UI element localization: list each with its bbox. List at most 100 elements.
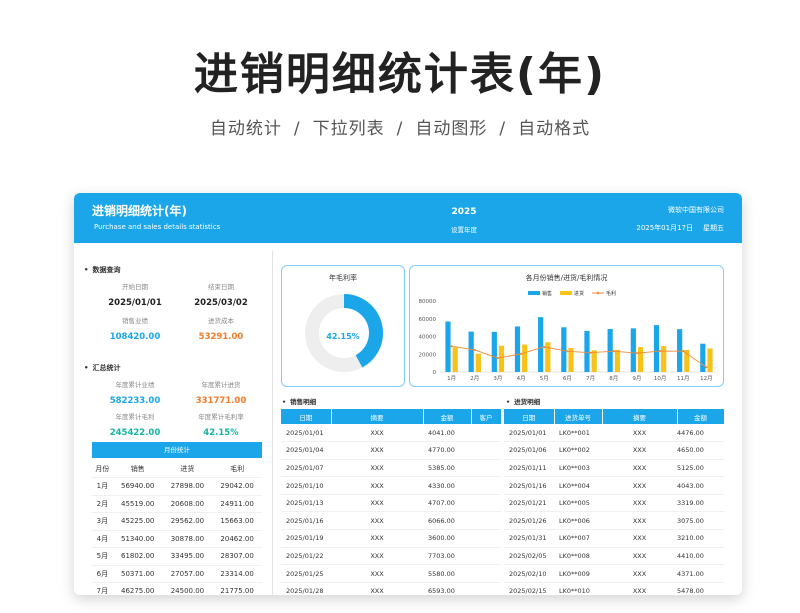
- annual-margin-label: 年度累计毛利率: [198, 413, 244, 421]
- table-cell: 3319.00: [677, 494, 724, 513]
- feature-4: 自动格式: [518, 119, 591, 139]
- table-cell: 5580.00: [423, 564, 471, 583]
- table-cell: 5478.00: [677, 582, 724, 595]
- table-cell: [471, 424, 501, 443]
- table-cell: 2025/02/15: [504, 582, 554, 595]
- table-cell: XXX: [331, 511, 423, 531]
- table-cell: LK0**009: [554, 564, 602, 583]
- table-cell: [471, 547, 501, 566]
- monthly-bar-chart: 0 20000 40000 60000 80000 销售 进货 毛利 1月 2月 3月 4月 5月 6月 7…: [419, 290, 718, 382]
- bar-purchase: [475, 353, 481, 372]
- x-tick-label: 3月: [493, 375, 502, 382]
- bar-purchase: [522, 344, 528, 372]
- table-cell: 2025/01/19: [281, 529, 331, 548]
- table-cell: LK0**003: [554, 459, 602, 478]
- sales-performance-label: 销售业绩: [122, 317, 148, 325]
- current-date: 2025年01月17日 星期五: [626, 223, 724, 233]
- table-row: 7月 46275.00 24500.00 21775.00: [92, 582, 262, 595]
- table-cell: XXX: [602, 529, 677, 548]
- bar-purchase: [545, 342, 551, 372]
- table-cell: 2025/01/06: [504, 441, 554, 460]
- table-cell: 2025/01/01: [281, 424, 331, 443]
- table-cell: 5125.00: [677, 459, 724, 478]
- table-cell: LK0**001: [554, 424, 602, 443]
- annual-margin-value: 42.15%: [203, 428, 239, 438]
- table-row: 2025/02/05 LK0**008 XXX 4410.00: [504, 547, 724, 566]
- annual-purchase-value: 331771.00: [195, 396, 247, 406]
- table-row: 2025/01/13 XXX 4707.00: [281, 494, 501, 513]
- table-cell: [471, 476, 501, 495]
- table-cell: 56940.00: [112, 477, 163, 496]
- x-tick-label: 6月: [563, 375, 572, 382]
- sales-performance: 销售业绩 108420.00: [92, 315, 178, 342]
- profit-point: [496, 356, 500, 360]
- table-cell: 2025/01/28: [281, 582, 331, 595]
- column-header: 日期: [281, 409, 332, 424]
- table-cell: 6593.00: [423, 582, 471, 595]
- table-cell: 20608.00: [162, 495, 213, 513]
- y-tick-label: 40000: [419, 335, 437, 341]
- table-row: 2025/01/28 XXX 6593.00: [281, 582, 501, 595]
- purchase-cost-value: 53291.00: [198, 332, 244, 342]
- table-row: 2025/01/22 XXX 7703.00: [281, 547, 501, 566]
- column-header: 月份: [92, 460, 113, 478]
- bar-purchase: [452, 347, 458, 372]
- table-cell: 2月: [92, 495, 113, 513]
- table-cell: 27057.00: [162, 565, 213, 583]
- table-row: 2025/01/06 LK0**002 XXX 4650.00: [504, 441, 724, 460]
- annual-sales-value: 582233.00: [109, 396, 161, 406]
- bar-purchase: [661, 346, 667, 372]
- table-cell: 23314.00: [212, 565, 262, 583]
- start-date-value[interactable]: 2025/01/01: [92, 298, 178, 308]
- table-cell: [471, 511, 501, 531]
- table-cell: 1月: [92, 477, 113, 496]
- x-tick-label: 9月: [632, 375, 641, 382]
- table-cell: 24500.00: [162, 582, 213, 595]
- donut-title: 年毛利率: [329, 274, 357, 282]
- table-row: 3月 45225.00 29562.00 15663.00: [92, 512, 262, 531]
- legend-swatch: [528, 291, 540, 295]
- table-row: 2025/01/16 XXX 6066.00: [281, 511, 501, 531]
- column-header: 进货: [162, 460, 213, 478]
- table-cell: 2025/01/22: [281, 547, 331, 566]
- table-cell: LK0**006: [554, 511, 602, 531]
- table-row: 2025/02/10 LK0**009 XXX 4371.00: [504, 564, 724, 583]
- table-cell: 4476.00: [677, 424, 724, 443]
- table-cell: 51340.00: [112, 530, 163, 548]
- end-date[interactable]: 结束日期 2025/03/02: [178, 281, 264, 308]
- profit-line: [451, 345, 707, 368]
- weekday-text: 星期五: [703, 224, 724, 232]
- table-row: 2025/02/15 LK0**010 XXX 5478.00: [504, 582, 724, 595]
- table-row: 4月 51340.00 30878.00 20462.00: [92, 530, 262, 548]
- start-date[interactable]: 开始日期 2025/01/01: [92, 281, 178, 308]
- column-header: 金额: [677, 409, 725, 424]
- table-cell: XXX: [331, 441, 423, 460]
- table-cell: 4410.00: [677, 547, 724, 566]
- table-cell: XXX: [602, 441, 677, 460]
- bar-sales: [677, 329, 683, 372]
- table-cell: 3600.00: [423, 529, 471, 548]
- table-cell: 3月: [92, 512, 113, 531]
- end-date-value[interactable]: 2025/03/02: [178, 298, 264, 308]
- table-row: 2025/01/01 XXX 4041.00: [281, 424, 501, 443]
- purchase-cost-label: 进货成本: [208, 317, 234, 325]
- table-cell: XXX: [602, 476, 677, 495]
- column-header: 金额: [423, 409, 472, 424]
- table-cell: 2025/01/10: [281, 476, 331, 495]
- query-section-title: 数据查询: [84, 265, 120, 275]
- feature-separator: /: [293, 119, 301, 139]
- bar-sales: [538, 317, 544, 372]
- annual-purchase: 年度累计进货 331771.00: [178, 379, 264, 406]
- y-tick-label: 80000: [419, 299, 437, 305]
- year-selector[interactable]: 2025: [434, 207, 494, 217]
- annual-profit-label: 年度累计毛利: [115, 413, 155, 421]
- table-cell: [471, 529, 501, 548]
- hero-features: 自动统计 / 下拉列表 / 自动图形 / 自动格式: [0, 114, 800, 139]
- table-cell: 2025/01/11: [504, 459, 554, 478]
- table-cell: 50371.00: [112, 565, 163, 583]
- table-cell: [471, 564, 501, 583]
- x-tick-label: 2月: [470, 375, 479, 382]
- annual-margin: 年度累计毛利率 42.15%: [178, 411, 264, 438]
- table-cell: 2025/01/25: [281, 564, 331, 583]
- bar-sales: [514, 326, 521, 372]
